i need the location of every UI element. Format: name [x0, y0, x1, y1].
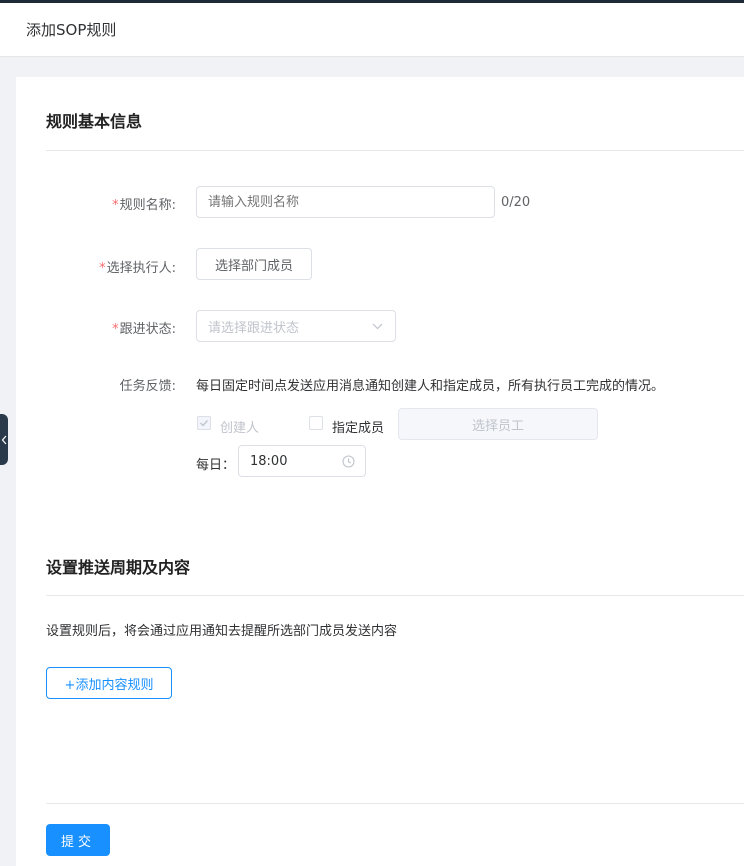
creator-checkbox-label: 创建人	[220, 421, 260, 436]
member-checkbox[interactable]	[309, 416, 323, 430]
check-icon	[200, 420, 209, 427]
feedback-description: 每日固定时间点发送应用消息通知创建人和指定成员，所有执行员工完成的情况。	[196, 379, 665, 394]
feedback-label: 任务反馈:	[119, 379, 176, 394]
add-content-rule-button[interactable]: +添加内容规则	[46, 667, 172, 699]
section-title-push: 设置推送周期及内容	[46, 558, 191, 577]
status-select-placeholder: 请选择跟进状态	[208, 320, 300, 336]
section-title-basic: 规则基本信息	[46, 112, 143, 131]
required-mark: *	[99, 261, 106, 276]
clock-icon	[342, 454, 355, 468]
status-select[interactable]: 请选择跟进状态	[196, 310, 396, 342]
daily-time-picker[interactable]: 18:00	[238, 445, 366, 477]
divider	[46, 803, 744, 804]
chevron-left-icon	[1, 435, 6, 444]
sidebar-collapse-handle[interactable]	[0, 414, 8, 465]
chevron-down-icon	[372, 323, 383, 329]
form-card: 规则基本信息 *规则名称: 0/20 *选择执行人: 选择部门成员 *跟进状态:…	[16, 77, 744, 866]
executor-label: *选择执行人:	[99, 261, 176, 276]
page-header: 添加SOP规则	[0, 3, 744, 57]
push-hint: 设置规则后，将会通过应用通知去提醒所选部门成员发送内容	[46, 624, 398, 639]
page-title: 添加SOP规则	[26, 21, 117, 39]
required-mark: *	[112, 322, 119, 337]
select-department-members-button[interactable]: 选择部门成员	[196, 248, 312, 280]
divider	[46, 595, 744, 596]
status-label: *跟进状态:	[112, 322, 176, 337]
creator-checkbox[interactable]	[197, 416, 211, 430]
rule-name-counter: 0/20	[501, 195, 531, 210]
daily-label: 每日：	[196, 458, 236, 473]
divider	[46, 150, 744, 151]
select-staff-button[interactable]: 选择员工	[398, 408, 598, 440]
daily-time-value: 18:00	[250, 453, 288, 469]
rule-name-input[interactable]	[196, 186, 495, 218]
rule-name-label: *规则名称:	[112, 198, 176, 213]
required-mark: *	[112, 198, 119, 213]
submit-button[interactable]: 提交	[46, 824, 110, 856]
member-checkbox-label: 指定成员	[332, 421, 385, 436]
